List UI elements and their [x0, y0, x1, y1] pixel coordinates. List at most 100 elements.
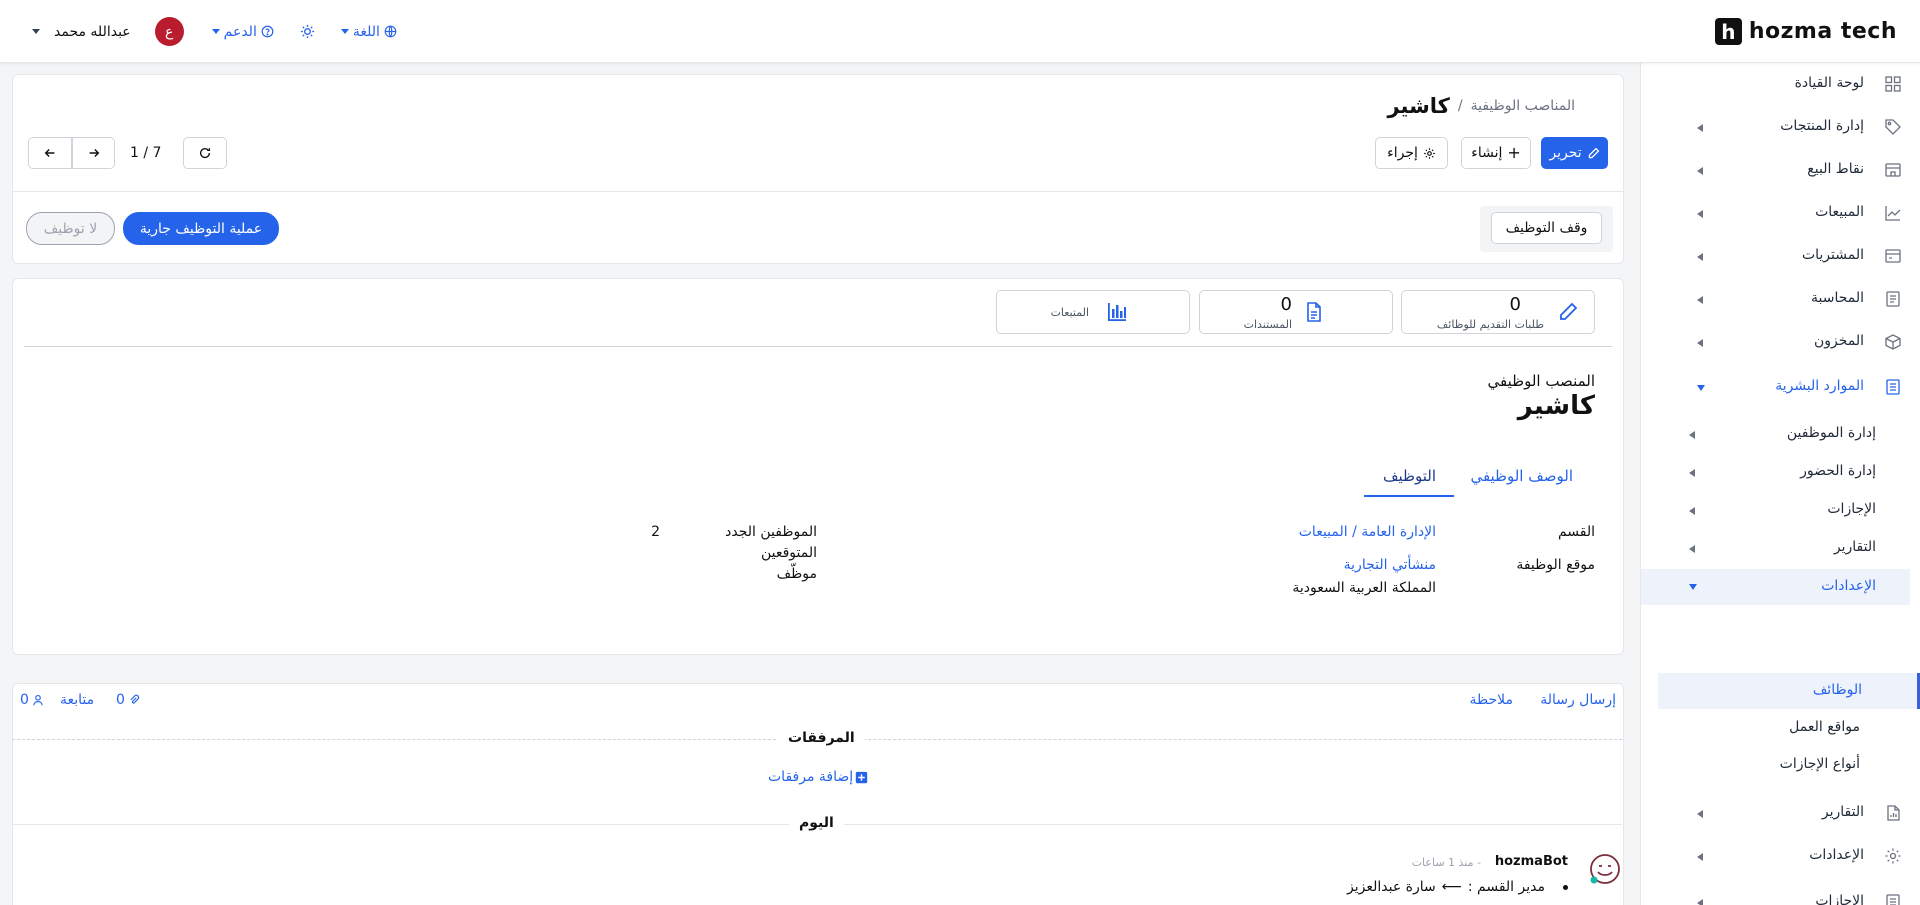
control-panel-divider: [12, 191, 1624, 192]
sidebar-item-settings[interactable]: الإعدادات: [1641, 841, 1920, 871]
wallet-icon: [1885, 249, 1901, 263]
pager-counter[interactable]: 1 / 7: [130, 145, 161, 161]
sidebar-sub-settings[interactable]: الإعدادات: [1641, 569, 1910, 605]
caret-down-icon: [1697, 385, 1705, 391]
create-button[interactable]: + إنشاء: [1461, 137, 1531, 169]
support-menu[interactable]: الدعم: [211, 24, 274, 40]
sidebar-item-purchases[interactable]: المشتريات: [1641, 241, 1920, 271]
stat-button-trackings[interactable]: المتبعات: [996, 290, 1190, 334]
sidebar-item-reports[interactable]: التقارير: [1641, 798, 1920, 828]
sidebar-item-sales[interactable]: المبيعات: [1641, 198, 1920, 228]
message-field: مدير القسم :: [1467, 879, 1545, 895]
log-note-button[interactable]: ملاحظة: [1470, 692, 1514, 708]
department-value[interactable]: الإدارة العامة / المبيعات: [1299, 524, 1436, 540]
bar-chart-icon: [1108, 303, 1126, 321]
sidebar-item-pos[interactable]: نقاط البيع: [1641, 155, 1920, 185]
stop-hiring-label: وقف التوظيف: [1505, 220, 1588, 236]
store-icon: [1885, 163, 1901, 177]
sidebar: لوحة القيادة إدارة المنتجات نقاط البيع ا…: [1640, 63, 1920, 905]
sidebar-item-label: إدارة المنتجات: [1780, 118, 1864, 134]
language-menu[interactable]: اللغة: [340, 24, 397, 40]
action-button-label: إجراء: [1387, 145, 1418, 161]
sidebar-item-label: المبيعات: [1815, 204, 1864, 220]
help-circle-icon: [261, 25, 274, 38]
bullet: [1563, 884, 1568, 890]
tab-active-underline: [1364, 495, 1454, 497]
app-logo[interactable]: h hozma tech: [1714, 18, 1897, 45]
box-icon: [1885, 334, 1901, 350]
stat-button-applications[interactable]: 0 طلبات التقديم للوظائف: [1401, 290, 1595, 334]
sidebar-item-label: الإجازات: [1827, 501, 1876, 517]
sidebar-item-label: المشتريات: [1801, 247, 1864, 263]
sidebar-item-products[interactable]: إدارة المنتجات: [1641, 112, 1920, 142]
page-title: كاشير: [1387, 94, 1450, 118]
document-icon: [1307, 302, 1321, 322]
expected-employees-label-3: موظّف: [776, 566, 817, 582]
add-attachments-button[interactable]: إضافة مرفقات: [768, 769, 868, 785]
caret-left-icon: [1697, 253, 1703, 261]
caret-down-icon: [32, 29, 40, 34]
breadcrumb-separator: /: [1457, 98, 1463, 114]
chatter: [12, 683, 1624, 905]
sidebar-item-label: المخزون: [1813, 333, 1864, 349]
followers-counter[interactable]: 0: [20, 692, 44, 708]
edit-button[interactable]: تحرير: [1541, 137, 1608, 169]
paperclip-icon: [130, 694, 140, 704]
stat-value: 0: [1280, 294, 1292, 315]
sidebar-item-label: أنواع الإجازات: [1779, 756, 1860, 772]
stat-label: المستندات: [1243, 318, 1292, 331]
sidebar-sub-employees[interactable]: إدارة الموظفين: [1641, 419, 1920, 449]
document-list-icon: [1886, 894, 1900, 905]
caret-left-icon: [1697, 339, 1703, 347]
pencil-icon: [1588, 147, 1599, 158]
smiley-bot-icon: [1590, 854, 1620, 884]
sun-icon: [300, 24, 314, 39]
sidebar-sub-reports[interactable]: التقارير: [1641, 533, 1920, 563]
pencil-icon: [1560, 302, 1578, 320]
breadcrumb: المناصب الوظيفية / كاشير: [1387, 94, 1575, 118]
sidebar-sub-leaves[interactable]: الإجازات: [1641, 495, 1920, 525]
location-company[interactable]: منشأتي التجارية: [1344, 557, 1436, 573]
grid-icon: [1885, 76, 1901, 92]
message-body: مدير القسم : ⟵ سارة عبدالعزيز: [1347, 879, 1568, 895]
user-menu-toggle[interactable]: عبدالله محمد ع: [32, 17, 184, 46]
stat-button-documents[interactable]: 0 المستندات: [1199, 290, 1393, 334]
breadcrumb-parent-link[interactable]: المناصب الوظيفية: [1471, 98, 1575, 114]
department-label: القسم: [1557, 524, 1595, 540]
tab-job-description[interactable]: الوصف الوظيفي: [1470, 467, 1573, 485]
status-hiring-in-progress[interactable]: عملية التوظيف جارية: [123, 212, 279, 245]
refresh-button[interactable]: [183, 137, 227, 169]
today-title: اليوم: [789, 815, 844, 831]
sidebar-item-accounting[interactable]: المحاسبة: [1641, 284, 1920, 314]
sidebar-sub-work-locations[interactable]: مواقع العمل: [1641, 713, 1920, 743]
send-message-button[interactable]: إرسال رسالة: [1540, 692, 1616, 708]
sidebar-item-label: الإجازات: [1815, 893, 1864, 905]
add-attachments-label: إضافة مرفقات: [768, 769, 854, 785]
stop-hiring-button[interactable]: وقف التوظيف: [1491, 212, 1602, 244]
caret-left-icon: [1697, 124, 1703, 132]
ledger-icon: [1886, 291, 1900, 307]
sidebar-item-leaves[interactable]: الإجازات: [1641, 887, 1920, 905]
status-not-hiring[interactable]: لا توظيف: [26, 212, 115, 245]
expected-employees-value: 2: [651, 524, 660, 540]
attachments-counter[interactable]: 0: [116, 692, 140, 708]
message-author: hozmaBot: [1494, 854, 1568, 869]
caret-down-icon: [340, 29, 349, 34]
tab-recruitment[interactable]: التوظيف: [1383, 467, 1436, 485]
status-not-hiring-label: لا توظيف: [43, 220, 98, 237]
sidebar-sub-jobs[interactable]: الوظائف: [1641, 673, 1920, 709]
sidebar-item-inventory[interactable]: المخزون: [1641, 327, 1920, 357]
theme-toggle[interactable]: [300, 24, 315, 39]
caret-down-icon: [211, 29, 220, 34]
previous-record-button[interactable]: [28, 137, 72, 169]
sidebar-item-hr[interactable]: الموارد البشرية: [1641, 372, 1920, 402]
follow-button[interactable]: متابعة: [60, 692, 94, 708]
action-button[interactable]: إجراء: [1375, 137, 1448, 169]
report-icon: [1887, 805, 1900, 821]
sidebar-sub-leave-types[interactable]: أنواع الإجازات: [1641, 750, 1920, 780]
sidebar-sub-attendance[interactable]: إدارة الحضور: [1641, 457, 1920, 487]
sidebar-item-label: التقارير: [1821, 804, 1864, 820]
next-record-button[interactable]: [72, 137, 115, 169]
sidebar-item-dashboard[interactable]: لوحة القيادة: [1641, 69, 1920, 99]
stat-buttons-divider: [24, 346, 1612, 347]
